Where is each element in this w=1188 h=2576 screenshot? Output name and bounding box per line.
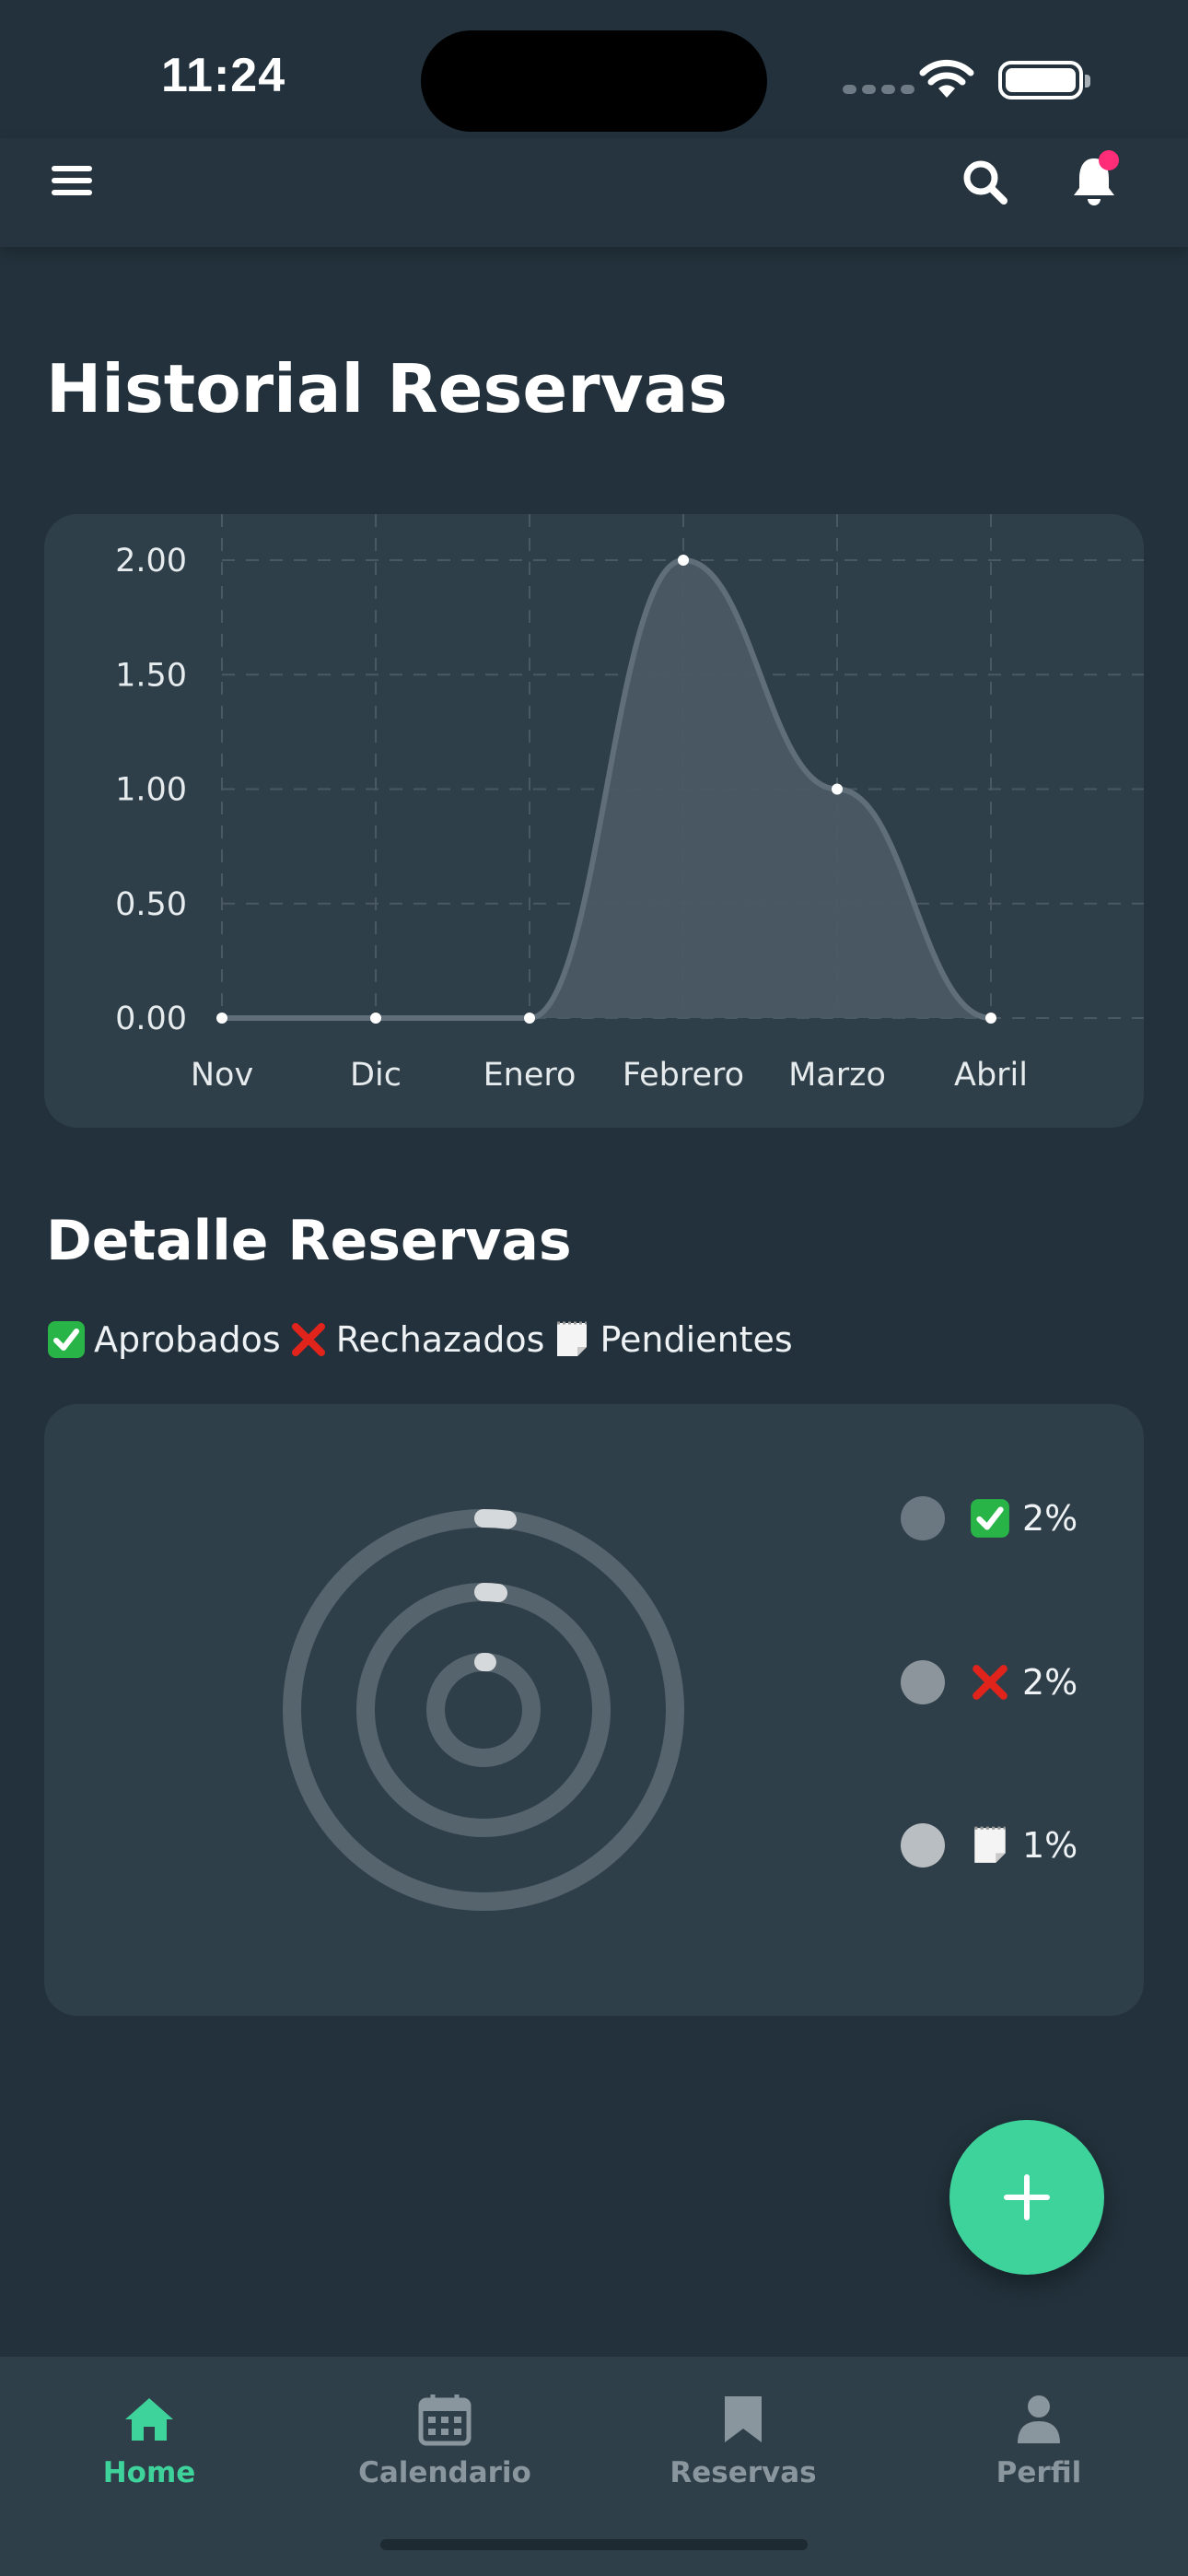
nav-label: Home: [102, 2456, 196, 2489]
radial-legend-item: 1%: [901, 1823, 1077, 1868]
nav-label: Calendario: [358, 2456, 531, 2489]
legend-dot: [901, 1660, 945, 1704]
radial-track: [283, 1509, 684, 1911]
nav-label: Perfil: [996, 2456, 1082, 2489]
legend-percent: 1%: [1022, 1825, 1078, 1866]
history-chart-card: 0.00 0.50 1.00 1.50 2.00 Nov Dic Enero Febrero Ma…: [44, 514, 1144, 1128]
detail-title: Detalle Reservas: [46, 1209, 572, 1273]
cellular-signal-icon: [843, 85, 914, 94]
data-point[interactable]: [216, 1013, 227, 1024]
y-tick-label: 0.50: [115, 886, 187, 923]
legend-dot: [901, 1823, 945, 1868]
data-point[interactable]: [832, 783, 843, 795]
search-icon[interactable]: [960, 157, 1011, 208]
x-tick-label: Marzo: [788, 1057, 886, 1094]
dynamic-island: [421, 30, 767, 132]
radial-track: [356, 1583, 611, 1837]
check-mark-icon: [46, 1319, 87, 1360]
data-point[interactable]: [370, 1013, 381, 1024]
data-point[interactable]: [985, 1013, 996, 1024]
legend-percent: 2%: [1022, 1498, 1078, 1539]
y-tick-label: 1.00: [115, 772, 187, 809]
calendar-icon: [417, 2392, 472, 2447]
notification-dot: [1099, 150, 1119, 170]
bookmark-icon: [716, 2392, 771, 2447]
app-screen: 11:24 Historial Reservas 0.00 0.50 1.00 1.5…: [0, 0, 1188, 2576]
notepad-icon: [552, 1319, 592, 1360]
nav-item-profile[interactable]: Perfil: [924, 2357, 1154, 2541]
legend-percent: 2%: [1022, 1662, 1078, 1703]
nav-label: Reservas: [670, 2456, 817, 2489]
home-icon: [122, 2392, 177, 2447]
x-tick-label: Enero: [483, 1057, 577, 1094]
home-indicator: [380, 2539, 808, 2550]
plus-icon: [1004, 2174, 1050, 2220]
wifi-icon: [919, 59, 974, 98]
y-tick-label: 0.00: [115, 1001, 187, 1037]
cross-mark-icon: [288, 1319, 329, 1360]
check-mark-icon: [969, 1497, 1011, 1540]
radial-track: [426, 1653, 541, 1767]
add-reservation-button[interactable]: [949, 2120, 1104, 2275]
y-tick-label: 2.00: [115, 543, 187, 580]
notepad-icon: [969, 1824, 1011, 1867]
data-point[interactable]: [524, 1013, 535, 1024]
radial-legend-item: 2%: [901, 1660, 1077, 1704]
y-tick-label: 1.50: [115, 657, 187, 694]
x-tick-label: Nov: [191, 1057, 253, 1094]
status-bar: 11:24: [0, 0, 1188, 147]
data-point[interactable]: [678, 555, 689, 566]
x-tick-label: Dic: [350, 1057, 402, 1094]
legend-label-approved: Aprobados: [94, 1319, 281, 1360]
page-title: Historial Reservas: [46, 350, 728, 427]
menu-icon[interactable]: [52, 166, 92, 195]
battery-icon: [998, 61, 1090, 100]
bell-icon[interactable]: [1068, 149, 1125, 210]
x-tick-label: Febrero: [623, 1057, 744, 1094]
nav-item-home[interactable]: Home: [34, 2357, 264, 2541]
status-legend: Aprobados Rechazados Pendientes: [46, 1319, 800, 1360]
nav-item-reservations[interactable]: Reservas: [628, 2357, 858, 2541]
history-area-chart: 0.00 0.50 1.00 1.50 2.00 Nov Dic Enero Febrero Ma…: [115, 514, 1144, 1094]
legend-label-pending: Pendientes: [600, 1319, 793, 1360]
x-tick-label: Abril: [954, 1057, 1028, 1094]
cross-mark-icon: [969, 1661, 1011, 1704]
nav-item-calendar[interactable]: Calendario: [330, 2357, 560, 2541]
legend-dot: [901, 1496, 945, 1540]
legend-label-rejected: Rechazados: [335, 1319, 545, 1360]
radial-legend-item: 2%: [901, 1496, 1077, 1540]
detail-chart-card: 2% 2% 1%: [44, 1404, 1144, 2016]
person-icon: [1011, 2392, 1066, 2447]
status-time: 11:24: [161, 49, 286, 102]
